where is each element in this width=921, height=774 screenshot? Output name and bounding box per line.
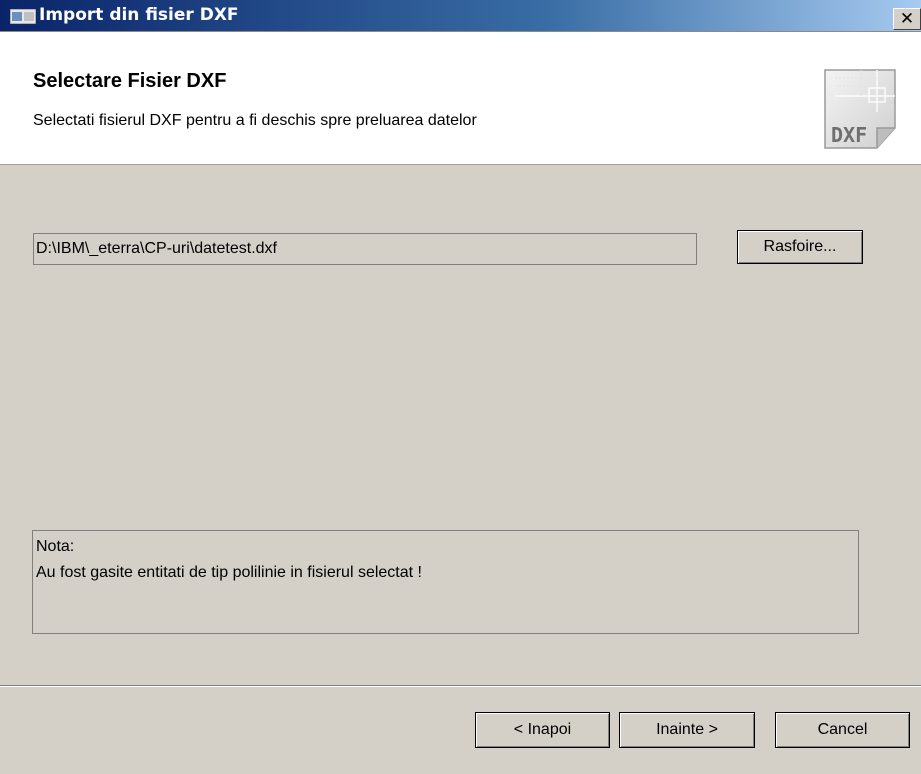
window-title: Import din fisier DXF <box>39 5 239 25</box>
title-bar[interactable]: Import din fisier DXF ✕ <box>0 0 921 32</box>
next-button[interactable]: Inainte > <box>619 712 755 748</box>
footer-separator <box>0 685 921 687</box>
note-label: Nota: <box>36 538 75 555</box>
page-subtitle: Selectati fisierul DXF pentru a fi desch… <box>33 112 477 129</box>
dxf-icon-label: DXF <box>831 123 867 147</box>
wizard-header: Selectare Fisier DXF Selectati fisierul … <box>0 32 921 165</box>
note-text: Au fost gasite entitati de tip polilinie… <box>36 564 422 581</box>
browse-button[interactable]: Rasfoire... <box>737 230 863 264</box>
cancel-button[interactable]: Cancel <box>775 712 910 748</box>
dxf-file-icon: DXF <box>824 69 896 149</box>
import-dxf-dialog: Import din fisier DXF ✕ Selectare Fisier… <box>0 0 921 774</box>
note-box: Nota: Au fost gasite entitati de tip pol… <box>32 530 859 634</box>
close-icon: ✕ <box>899 9 915 28</box>
file-path-field[interactable]: D:\IBM\_eterra\CP-uri\datetest.dxf <box>33 233 697 265</box>
app-icon <box>10 9 36 24</box>
back-button[interactable]: < Inapoi <box>475 712 610 748</box>
close-button[interactable]: ✕ <box>893 8 921 30</box>
page-title: Selectare Fisier DXF <box>33 70 227 92</box>
